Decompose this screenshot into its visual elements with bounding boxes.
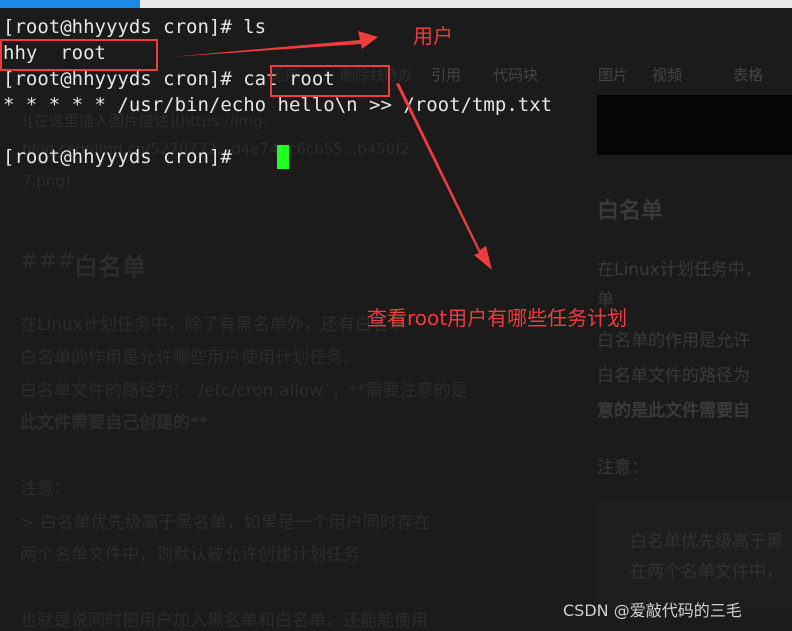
users-label: 用户: [413, 24, 453, 48]
watermark: CSDN @爱敲代码的三毛: [563, 601, 742, 620]
cat-label: 查看root用户有哪些任务计划: [367, 306, 628, 330]
arrow-to-users-label: [170, 31, 378, 57]
arrow-to-cat-label: [396, 83, 492, 270]
